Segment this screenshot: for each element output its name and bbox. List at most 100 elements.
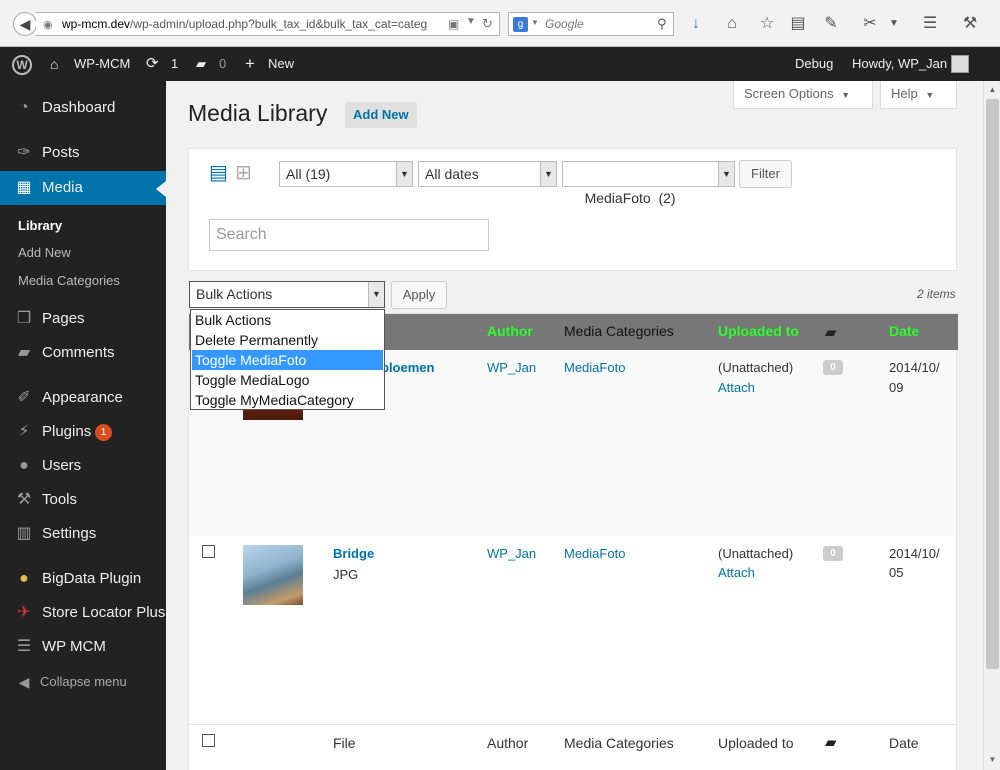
- comments-icon[interactable]: ▰: [825, 323, 837, 341]
- download-icon[interactable]: ↓: [686, 14, 706, 34]
- row-checkbox[interactable]: [202, 545, 215, 558]
- option-toggle-medialogo[interactable]: Toggle MediaLogo: [192, 370, 383, 390]
- table-row: Bridge JPG WP_Jan MediaFoto (Unattached)…: [189, 536, 956, 724]
- comments-icon[interactable]: ▰: [825, 733, 837, 753]
- submenu-media-categories[interactable]: Media Categories: [18, 273, 120, 288]
- search-engine-dropdown-icon[interactable]: ▼: [531, 18, 539, 27]
- media-category-select[interactable]: MediaFoto (2) ▼: [562, 161, 735, 206]
- option-toggle-mymediacategory[interactable]: Toggle MyMediaCategory: [192, 390, 383, 410]
- scrollbar-thumb[interactable]: [986, 99, 999, 669]
- grid-view-icon[interactable]: ⊞: [235, 163, 252, 183]
- page-scrollbar[interactable]: ▲ ▼: [983, 81, 1000, 770]
- sidebar-item-pages[interactable]: ❐ Pages: [0, 302, 166, 336]
- dropdown-icon[interactable]: ▼: [466, 16, 476, 27]
- addon-dropdown-icon[interactable]: ▼: [884, 14, 904, 34]
- sidebar-item-settings[interactable]: ▥ Settings: [0, 517, 166, 551]
- collapse-menu-button[interactable]: ◀ Collapse menu: [0, 665, 166, 699]
- howdy-account-link[interactable]: Howdy, WP_Jan: [852, 47, 947, 81]
- column-uploaded-to[interactable]: Uploaded to: [718, 323, 799, 339]
- sidebar-item-comments[interactable]: ▰ Comments: [0, 336, 166, 370]
- search-icon[interactable]: ⚲: [657, 16, 667, 32]
- map-icon: ✈: [17, 604, 31, 621]
- select-all-checkbox[interactable]: [202, 734, 215, 747]
- scroll-down-icon[interactable]: ▼: [987, 755, 998, 764]
- column-date[interactable]: Date: [889, 323, 919, 339]
- footer-uploaded-to[interactable]: Uploaded to: [718, 733, 794, 753]
- addon-icon[interactable]: ✂: [860, 14, 880, 34]
- media-title-link[interactable]: bloemen: [381, 358, 434, 378]
- submenu-add-new[interactable]: Add New: [18, 245, 71, 260]
- column-author[interactable]: Author: [487, 323, 533, 339]
- chevron-down-icon: ▼: [925, 90, 935, 100]
- sidebar-item-store-locator-plus[interactable]: ✈ Store Locator Plus: [0, 596, 166, 630]
- filter-button[interactable]: Filter: [739, 160, 792, 188]
- wordpress-logo-icon[interactable]: W: [12, 55, 32, 75]
- chevron-down-icon: ▼: [718, 162, 734, 186]
- media-thumbnail[interactable]: [243, 545, 303, 605]
- media-title-link[interactable]: Bridge: [333, 544, 374, 564]
- author-link[interactable]: WP_Jan: [487, 544, 536, 564]
- updates-count[interactable]: 1: [171, 47, 178, 81]
- sidebar-item-plugins[interactable]: ⚡ Plugins 1: [0, 415, 166, 449]
- comment-count-bubble[interactable]: 0: [823, 546, 843, 561]
- option-delete-permanently[interactable]: Delete Permanently: [192, 330, 383, 350]
- add-new-button[interactable]: Add New: [345, 102, 417, 128]
- new-content-link[interactable]: New: [268, 47, 294, 81]
- attach-link[interactable]: Attach: [718, 378, 755, 398]
- menu-icon[interactable]: ☰: [920, 14, 940, 34]
- url-bar[interactable]: ◉ wp-mcm.dev/wp-admin/upload.php?bulk_ta…: [36, 12, 500, 36]
- sidebar-item-tools[interactable]: ⚒ Tools: [0, 483, 166, 517]
- attach-link[interactable]: Attach: [718, 563, 755, 583]
- avatar[interactable]: [951, 55, 969, 73]
- home-icon[interactable]: ⌂: [722, 14, 742, 34]
- column-media-categories: Media Categories: [564, 323, 674, 339]
- sidebar-item-appearance[interactable]: ✐ Appearance: [0, 381, 166, 415]
- debug-link[interactable]: Debug: [795, 47, 833, 81]
- category-link[interactable]: MediaFoto: [564, 544, 625, 564]
- date-select[interactable]: All dates ▼: [418, 161, 557, 187]
- firebug-icon[interactable]: ⚒: [960, 14, 980, 34]
- date-line-1: 2014/10/: [889, 546, 940, 561]
- reader-icon[interactable]: ▣: [448, 17, 459, 31]
- footer-media-categories: Media Categories: [564, 735, 674, 751]
- sidebar-item-label: Settings: [42, 525, 97, 542]
- bulk-actions-select[interactable]: Bulk Actions ▼: [189, 281, 385, 308]
- comment-count-bubble[interactable]: 0: [823, 360, 843, 375]
- bookmark-star-icon[interactable]: ☆: [757, 14, 777, 34]
- help-button[interactable]: Help ▼: [880, 81, 957, 109]
- plus-icon[interactable]: +: [245, 47, 255, 81]
- search-input[interactable]: Search: [209, 219, 489, 251]
- reload-icon[interactable]: ↻: [482, 16, 493, 32]
- lightbulb-icon: ●: [19, 570, 29, 587]
- apply-button[interactable]: Apply: [391, 281, 447, 309]
- option-bulk-actions[interactable]: Bulk Actions: [192, 310, 383, 330]
- comments-count[interactable]: 0: [219, 47, 226, 81]
- footer-author[interactable]: Author: [487, 733, 528, 753]
- sidebar-item-users[interactable]: ● Users: [0, 449, 166, 483]
- sidebar-item-media[interactable]: ▦ Media: [0, 171, 166, 205]
- chevron-down-icon: ▼: [396, 162, 412, 186]
- google-icon[interactable]: g: [513, 17, 528, 32]
- category-link[interactable]: MediaFoto: [564, 358, 625, 378]
- comments-icon[interactable]: ▰: [196, 47, 206, 81]
- notes-icon[interactable]: ✎: [821, 14, 841, 34]
- submenu-library[interactable]: Library: [18, 218, 62, 233]
- back-arrow-icon[interactable]: ◀: [13, 12, 37, 36]
- chevron-down-icon: ▼: [841, 90, 851, 100]
- footer-date[interactable]: Date: [889, 733, 919, 753]
- screen-options-button[interactable]: Screen Options ▼: [733, 81, 873, 109]
- sidebar-item-posts[interactable]: ✑ Posts: [0, 136, 166, 170]
- bookmarks-list-icon[interactable]: ▤: [788, 14, 808, 34]
- sidebar-item-bigdata-plugin[interactable]: ● BigData Plugin: [0, 562, 166, 596]
- site-name-link[interactable]: WP-MCM: [74, 47, 130, 81]
- author-link[interactable]: WP_Jan: [487, 358, 536, 378]
- sidebar-item-dashboard[interactable]: ◔ Dashboard: [0, 91, 166, 125]
- browser-search-box[interactable]: g ▼ Google ⚲: [508, 12, 674, 36]
- sidebar-item-label: Dashboard: [42, 99, 116, 116]
- media-type-select[interactable]: All (19) ▼: [279, 161, 413, 187]
- option-toggle-mediafoto[interactable]: Toggle MediaFoto: [192, 350, 383, 370]
- scroll-up-icon[interactable]: ▲: [987, 85, 998, 94]
- sidebar-item-wp-mcm[interactable]: ☰ WP MCM: [0, 630, 166, 664]
- list-view-icon[interactable]: ▤: [209, 163, 228, 183]
- updates-icon[interactable]: ⟳: [146, 47, 159, 81]
